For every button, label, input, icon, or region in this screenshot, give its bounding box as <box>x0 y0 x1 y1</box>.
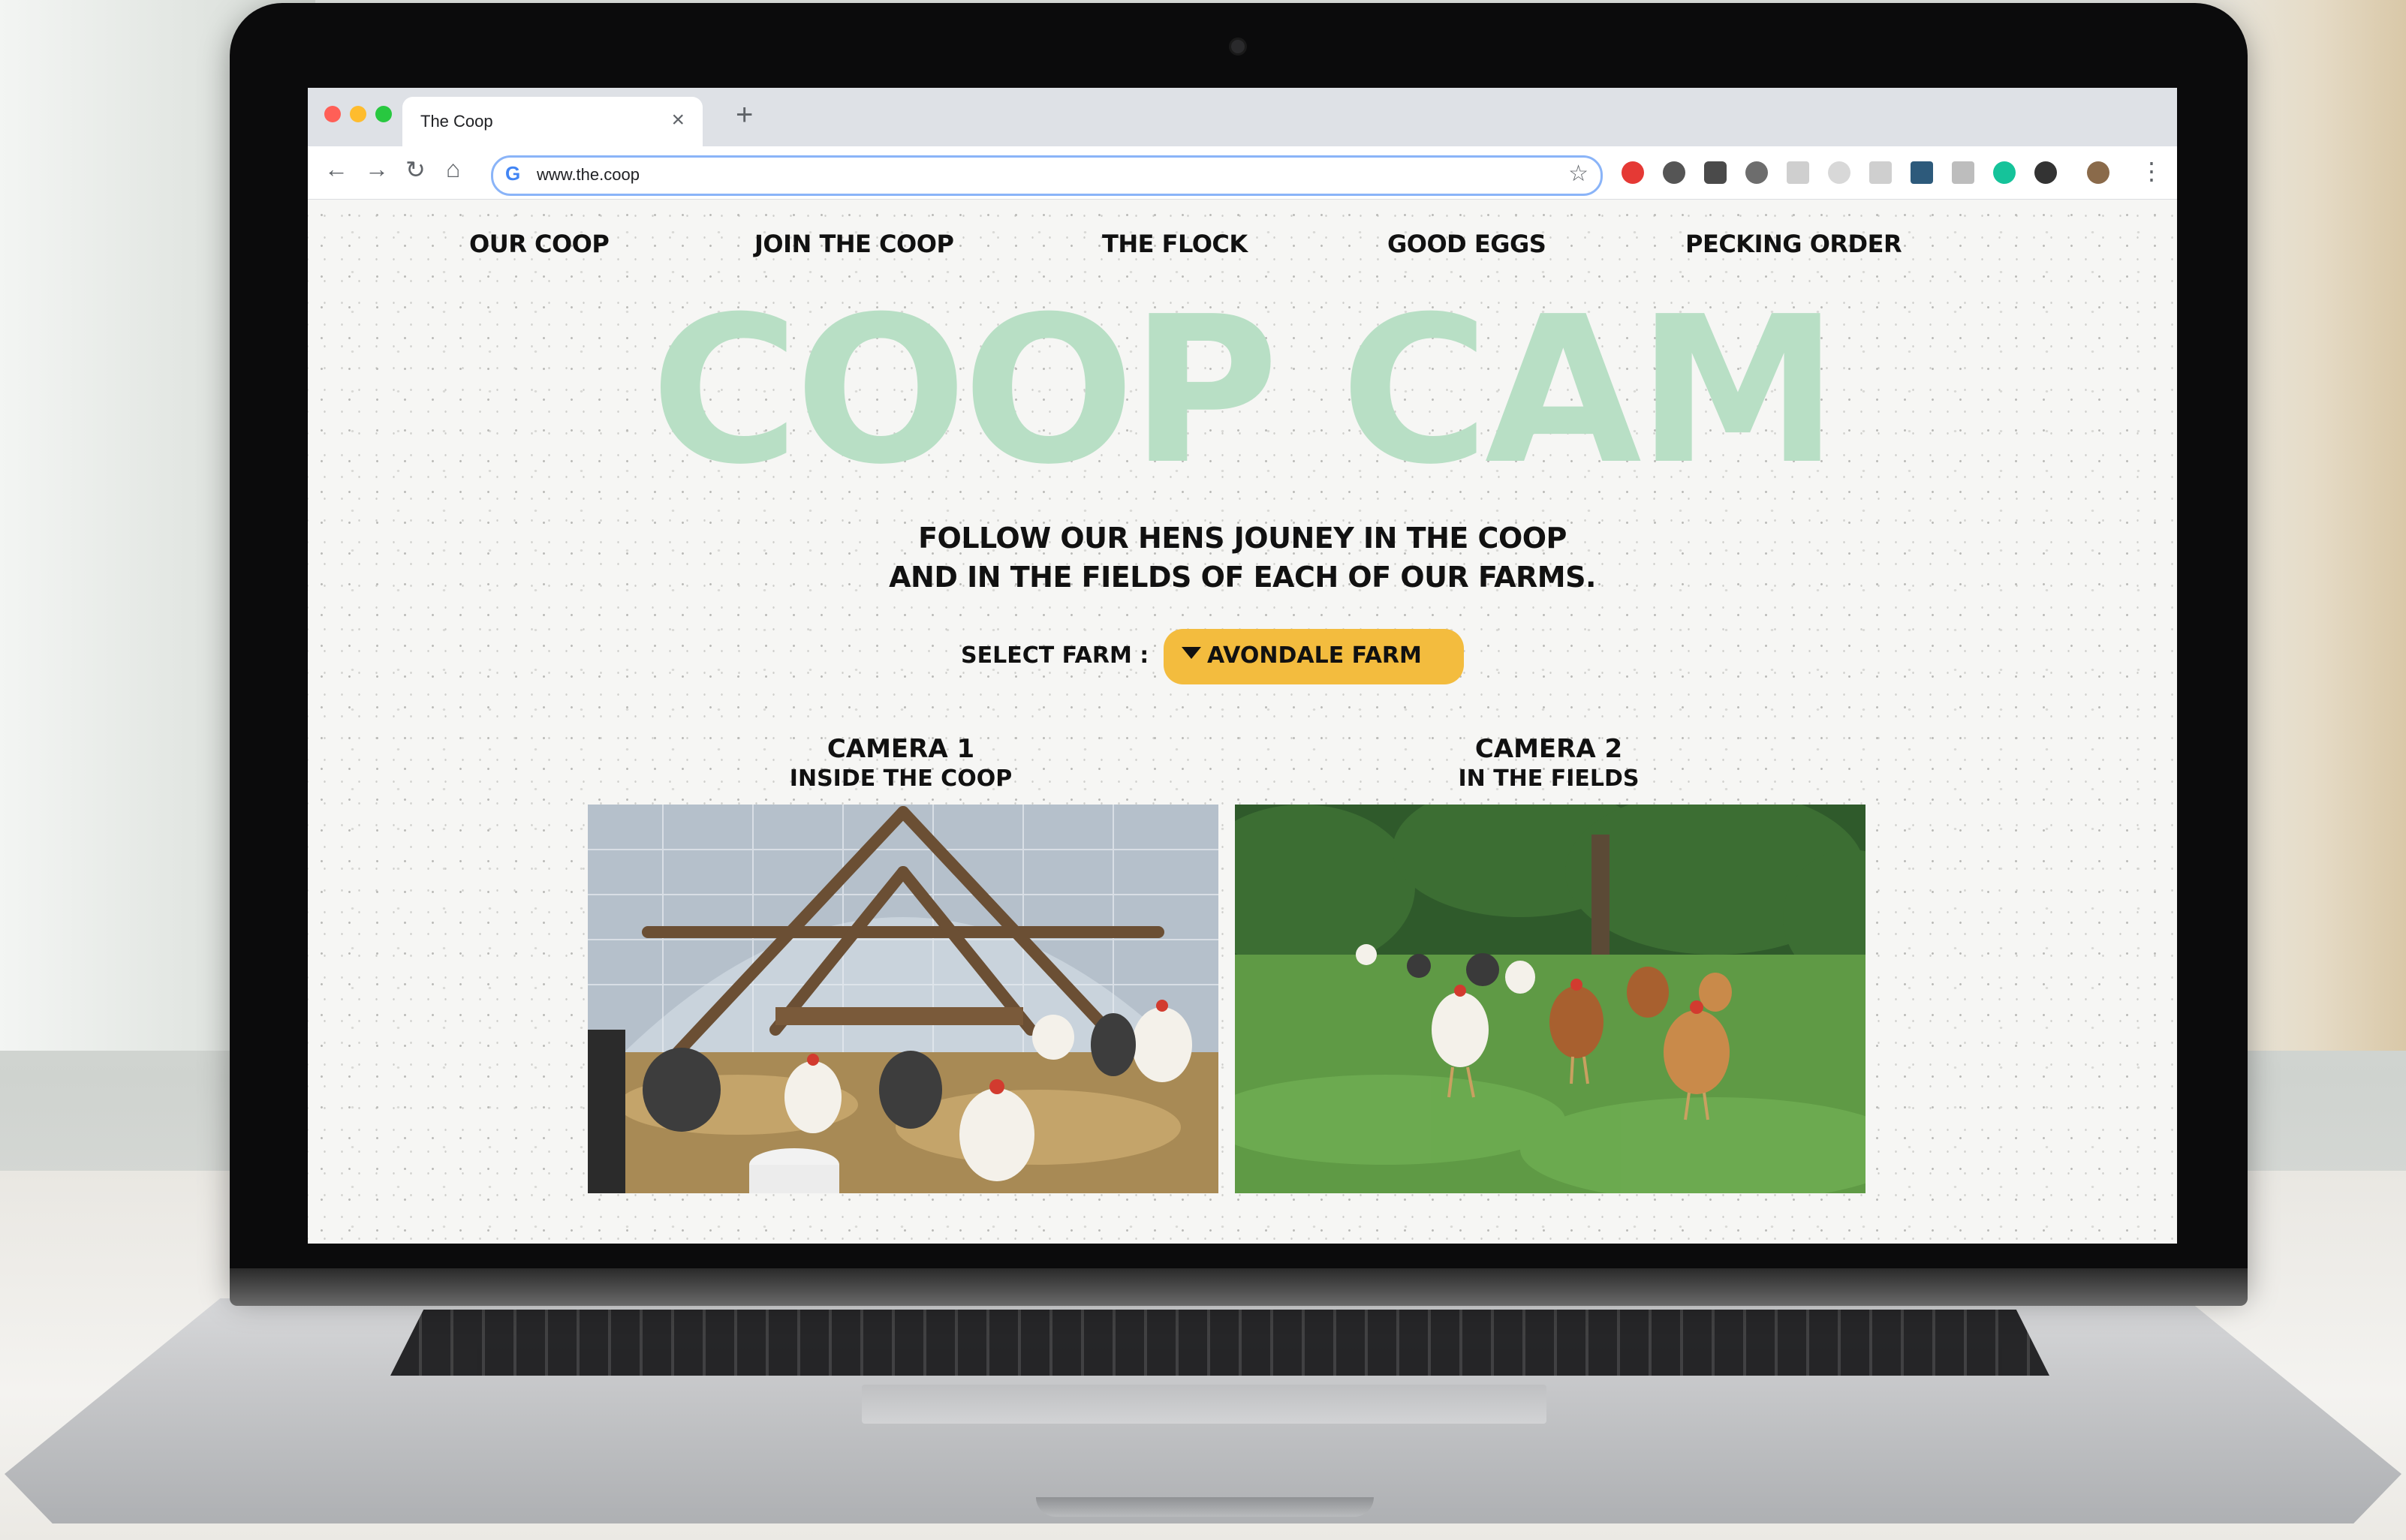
grammarly-extension-icon[interactable] <box>1993 161 2016 184</box>
camera-1-title: CAMERA 1 <box>827 734 975 764</box>
camera-1-subtitle: INSIDE THE COOP <box>789 765 1013 792</box>
camera-2-subtitle: IN THE FIELDS <box>1458 765 1640 792</box>
maximize-window-icon[interactable] <box>375 106 392 122</box>
tab-title: The Coop <box>420 112 493 131</box>
close-window-icon[interactable] <box>324 106 341 122</box>
back-icon[interactable]: ← <box>324 155 348 183</box>
webpage: OUR COOP JOIN THE COOP THE FLOCK GOOD EG… <box>308 200 2177 1244</box>
google-icon: G <box>505 162 521 185</box>
photo-extension-icon[interactable] <box>1911 161 1933 184</box>
address-bar[interactable]: G www.the.coop ☆ <box>491 155 1603 196</box>
gallery-extension-icon[interactable] <box>1952 161 1974 184</box>
camera-2-feed[interactable] <box>1235 805 1865 1193</box>
farm-select-dropdown[interactable]: AVONDALE FARM <box>1164 629 1464 684</box>
bulb-extension-icon[interactable] <box>1745 161 1768 184</box>
caret-down-icon <box>1182 647 1201 659</box>
laptop-hinge <box>230 1268 2248 1306</box>
camera-1-feed[interactable] <box>588 805 1218 1193</box>
nav-good-eggs[interactable]: GOOD EGGS <box>1387 230 1546 258</box>
forward-icon[interactable]: → <box>365 155 389 183</box>
drop-extension-icon[interactable] <box>2034 161 2057 184</box>
profile-avatar[interactable] <box>2087 161 2109 184</box>
subtitle-line-1: FOLLOW OUR HENS JOUNEY IN THE COOP <box>918 522 1567 555</box>
bookmark-star-icon[interactable]: ☆ <box>1568 161 1588 187</box>
zoom-extension-icon[interactable] <box>1828 161 1850 184</box>
browser-toolbar: ← → ↻ ⌂ G www.the.coop ☆ ⋮ <box>308 146 2177 200</box>
browser-tab-strip: The Coop × + <box>308 88 2177 146</box>
nav-our-coop[interactable]: OUR COOP <box>469 230 610 258</box>
farm-select-label: SELECT FARM : <box>961 642 1149 669</box>
laptop-front-lip <box>1036 1497 1374 1517</box>
browser-tab[interactable]: The Coop × <box>402 97 703 146</box>
nav-the-flock[interactable]: THE FLOCK <box>1102 230 1248 258</box>
camera-2-title: CAMERA 2 <box>1474 734 1623 764</box>
farm-select-value: AVONDALE FARM <box>1207 642 1422 669</box>
page-title: COOP CAM <box>650 272 1839 509</box>
laptop-screen: The Coop × + ← → ↻ ⌂ G www.the.coop ☆ ⋮ … <box>308 88 2177 1244</box>
lightning-extension-icon[interactable] <box>1663 161 1685 184</box>
chat-extension-icon[interactable] <box>1869 161 1892 184</box>
subtitle-line-2: AND IN THE FIELDS OF EACH OF OUR FARMS. <box>889 561 1596 594</box>
opera-extension-icon[interactable] <box>1622 161 1644 184</box>
nav-join-the-coop[interactable]: JOIN THE COOP <box>754 230 954 258</box>
minimize-window-icon[interactable] <box>350 106 366 122</box>
new-tab-icon[interactable]: + <box>736 98 753 132</box>
reader-extension-icon[interactable] <box>1787 161 1809 184</box>
laptop-keyboard <box>390 1310 2049 1376</box>
pocket-extension-icon[interactable] <box>1704 161 1727 184</box>
home-icon[interactable]: ⌂ <box>446 155 460 183</box>
address-url: www.the.coop <box>537 165 640 184</box>
tab-close-icon[interactable]: × <box>671 107 685 133</box>
laptop-trackpad <box>862 1385 1546 1424</box>
page-subtitle: FOLLOW OUR HENS JOUNEY IN THE COOP AND I… <box>308 519 2177 597</box>
reload-icon[interactable]: ↻ <box>405 155 426 184</box>
nav-pecking-order[interactable]: PECKING ORDER <box>1685 230 1902 258</box>
more-menu-icon[interactable]: ⋮ <box>2140 157 2164 185</box>
webcam-icon <box>1229 38 1247 56</box>
